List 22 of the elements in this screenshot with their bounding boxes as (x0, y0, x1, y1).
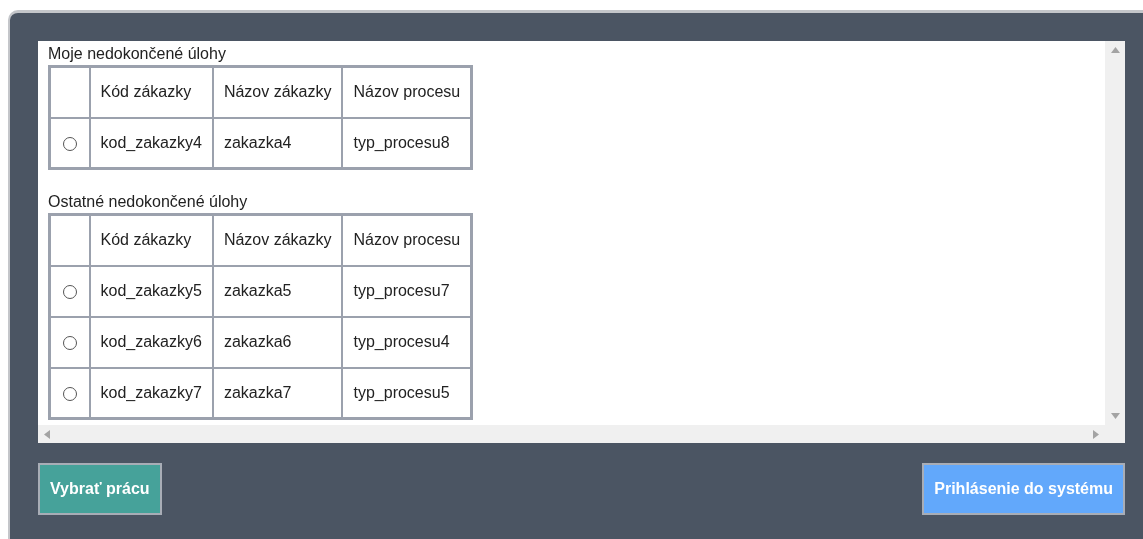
radio-button[interactable] (62, 136, 77, 151)
table-cell: zakazka6 (212, 316, 343, 368)
horizontal-scrollbar[interactable] (38, 425, 1125, 443)
vertical-scrollbar[interactable] (1105, 41, 1125, 425)
section-title: Moje nedokončené úlohy (48, 44, 227, 64)
table-header-cell: Kód zákazky (89, 66, 213, 118)
table-header-cell: Názov zákazky (212, 214, 343, 266)
table-cell: zakazka5 (212, 265, 343, 317)
table-cell: kod_zakazky6 (89, 316, 213, 368)
table-cell: kod_zakazky5 (89, 265, 213, 317)
radio-button[interactable] (62, 284, 77, 299)
table-header-cell: Názov zákazky (212, 66, 343, 118)
section-title: Ostatné nedokončené úlohy (48, 192, 249, 212)
action-button[interactable]: Vybrať prácu (38, 463, 162, 515)
up-arrow-icon[interactable] (1110, 47, 1120, 53)
left-arrow-icon[interactable] (44, 429, 50, 439)
down-arrow-icon[interactable] (1110, 413, 1120, 419)
radio-button[interactable] (62, 335, 77, 350)
action-button[interactable]: Prihlásenie do systému (922, 463, 1125, 515)
right-arrow-icon[interactable] (1093, 429, 1099, 439)
radio-button[interactable] (62, 386, 77, 401)
table-header-cell: Kód zákazky (89, 214, 213, 266)
